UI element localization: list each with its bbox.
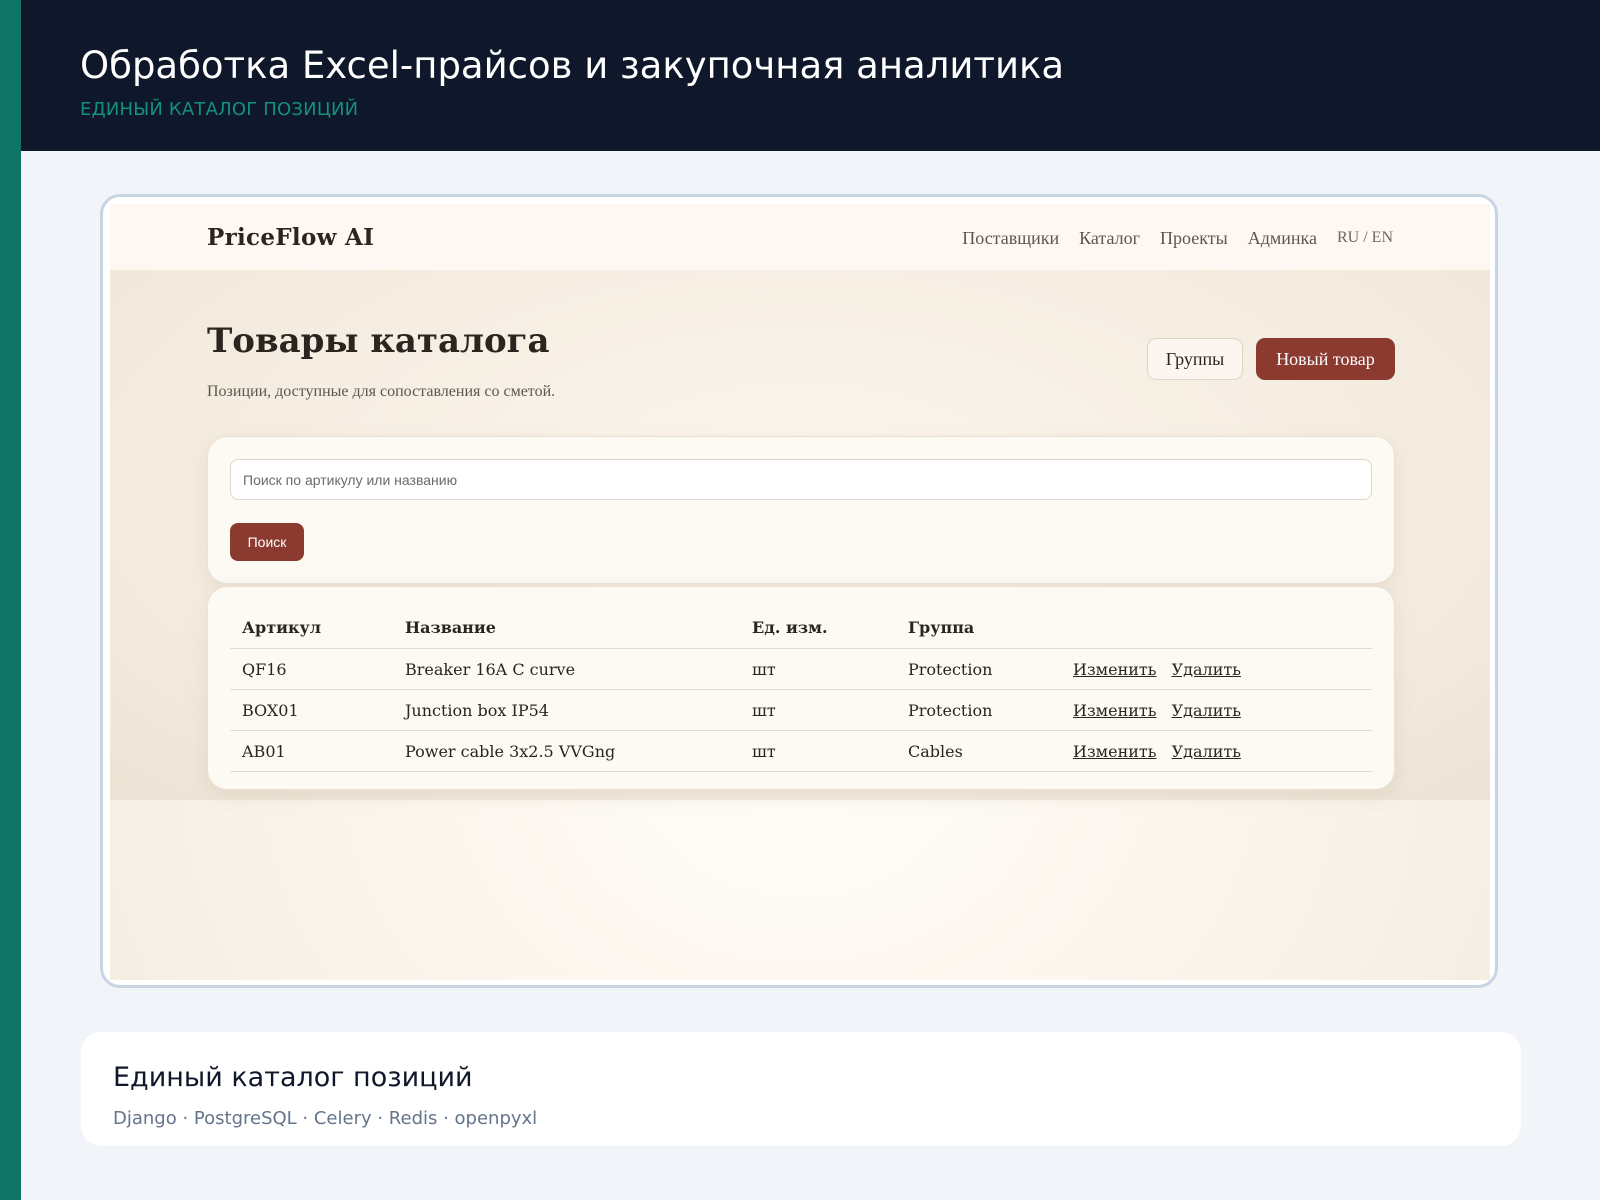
table-header-row: Артикул Название Ед. изм. Группа [230,607,1372,649]
search-input[interactable] [230,459,1372,500]
cell-sku: QF16 [230,648,393,690]
accent-bar [0,0,21,1200]
page-title: Товары каталога [207,321,550,361]
products-table: Артикул Название Ед. изм. Группа QF16 Br… [230,607,1372,772]
language-switch[interactable]: RU / EN [1337,228,1393,249]
table-row: QF16 Breaker 16A C curve шт Protection И… [230,648,1372,690]
brand-logo[interactable]: PriceFlow AI [207,224,374,251]
cell-group: Protection [896,648,1061,690]
nav-suppliers[interactable]: Поставщики [962,228,1059,249]
cell-unit: шт [740,730,896,772]
showcase-title: Обработка Excel-прайсов и закупочная ана… [80,44,1065,87]
app-navbar: PriceFlow AI Поставщики Каталог Проекты … [110,204,1490,271]
header-actions [1061,607,1372,649]
cell-actions: Изменить Удалить [1061,648,1372,690]
cell-actions: Изменить Удалить [1061,730,1372,772]
app-window: PriceFlow AI Поставщики Каталог Проекты … [110,204,1490,980]
table-row: BOX01 Junction box IP54 шт Protection Из… [230,689,1372,731]
tech-stack: Django · PostgreSQL · Celery · Redis · o… [113,1108,538,1129]
cell-group: Cables [896,730,1061,772]
search-panel: Поиск [207,436,1395,584]
new-product-button[interactable]: Новый товар [1256,338,1395,380]
edit-link[interactable]: Изменить [1073,742,1156,761]
products-table-panel: Артикул Название Ед. изм. Группа QF16 Br… [207,586,1395,790]
page-description: Позиции, доступные для сопоставления со … [207,383,556,400]
cell-sku: AB01 [230,730,393,772]
search-button[interactable]: Поиск [230,523,304,561]
delete-link[interactable]: Удалить [1172,742,1241,761]
cell-name: Junction box IP54 [393,689,740,731]
nav-catalog[interactable]: Каталог [1079,228,1140,249]
edit-link[interactable]: Изменить [1073,660,1156,679]
edit-link[interactable]: Изменить [1073,701,1156,720]
delete-link[interactable]: Удалить [1172,660,1241,679]
delete-link[interactable]: Удалить [1172,701,1241,720]
nav-links: Поставщики Каталог Проекты Админка RU / … [962,228,1393,249]
nav-admin[interactable]: Админка [1248,228,1317,249]
header-sku: Артикул [230,607,393,649]
header-group: Группа [896,607,1061,649]
cell-sku: BOX01 [230,689,393,731]
header-unit: Ед. изм. [740,607,896,649]
project-title: Единый каталог позиций [113,1062,473,1093]
cell-group: Protection [896,689,1061,731]
showcase-subtitle: ЕДИНЫЙ КАТАЛОГ ПОЗИЦИЙ [80,99,359,120]
project-info-card: Единый каталог позиций Django · PostgreS… [81,1032,1521,1146]
screenshot-frame: PriceFlow AI Поставщики Каталог Проекты … [100,194,1498,988]
showcase-banner: Обработка Excel-прайсов и закупочная ана… [21,0,1600,151]
cell-unit: шт [740,648,896,690]
nav-projects[interactable]: Проекты [1160,228,1228,249]
groups-button[interactable]: Группы [1147,338,1243,380]
header-name: Название [393,607,740,649]
cell-actions: Изменить Удалить [1061,689,1372,731]
cell-name: Power cable 3x2.5 VVGng [393,730,740,772]
cell-name: Breaker 16A C curve [393,648,740,690]
cell-unit: шт [740,689,896,731]
table-row: AB01 Power cable 3x2.5 VVGng шт Cables И… [230,730,1372,772]
